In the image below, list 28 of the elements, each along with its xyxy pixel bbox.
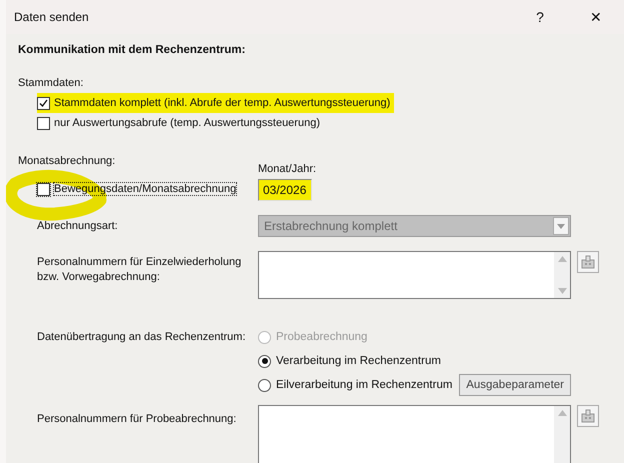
field-label: Personalnummern für Probeabrechnung: xyxy=(37,413,238,425)
radio-option[interactable]: Eilverarbeitung im Rechenzentrum xyxy=(258,373,452,397)
output-parameters-button[interactable]: Ausgabeparameter xyxy=(459,374,571,396)
window-title: Daten senden xyxy=(14,10,90,24)
month-field[interactable]: 03/2026 xyxy=(258,179,312,201)
group-label: Stammdaten: xyxy=(18,77,84,89)
field-label: Datenübertragung an das Rechenzentrum: xyxy=(37,331,247,343)
checkbox-option[interactable]: Stammdaten komplett (inkl. Abrufe der temp. Auswertungssteuerung) xyxy=(37,93,394,113)
field-label: Abrechnungsart: xyxy=(37,220,119,232)
scroll-down-icon[interactable] xyxy=(558,288,566,294)
test-personnel-numbers-field[interactable] xyxy=(258,405,571,463)
help-button[interactable]: ? xyxy=(512,0,568,34)
field-label: Monat/Jahr: xyxy=(258,163,318,175)
radio-option[interactable]: Verarbeitung im Rechenzentrum xyxy=(258,349,441,373)
field-label: Personalnummern für Einzelwiederholung bzw. Vorwegabrechnung: xyxy=(37,255,242,285)
close-button[interactable]: ✕ xyxy=(568,0,624,34)
picker-button[interactable] xyxy=(577,405,599,427)
personnel-numbers-field[interactable] xyxy=(258,251,571,299)
radio-button[interactable] xyxy=(258,378,271,392)
scroll-up-icon[interactable] xyxy=(558,256,566,262)
picker-button[interactable] xyxy=(577,251,599,273)
group-label: Monatsabrechnung: xyxy=(18,155,116,167)
section-heading: Kommunikation mit dem Rechenzentrum: xyxy=(18,44,246,56)
checkmark-icon xyxy=(39,98,48,108)
dropdown-arrow-icon xyxy=(557,224,565,228)
radio-button[interactable] xyxy=(258,354,271,368)
checkbox-option[interactable]: nur Auswertungsabrufe (temp. Auswertungssteuerung) xyxy=(37,113,324,133)
scroll-up-icon[interactable] xyxy=(558,410,566,416)
